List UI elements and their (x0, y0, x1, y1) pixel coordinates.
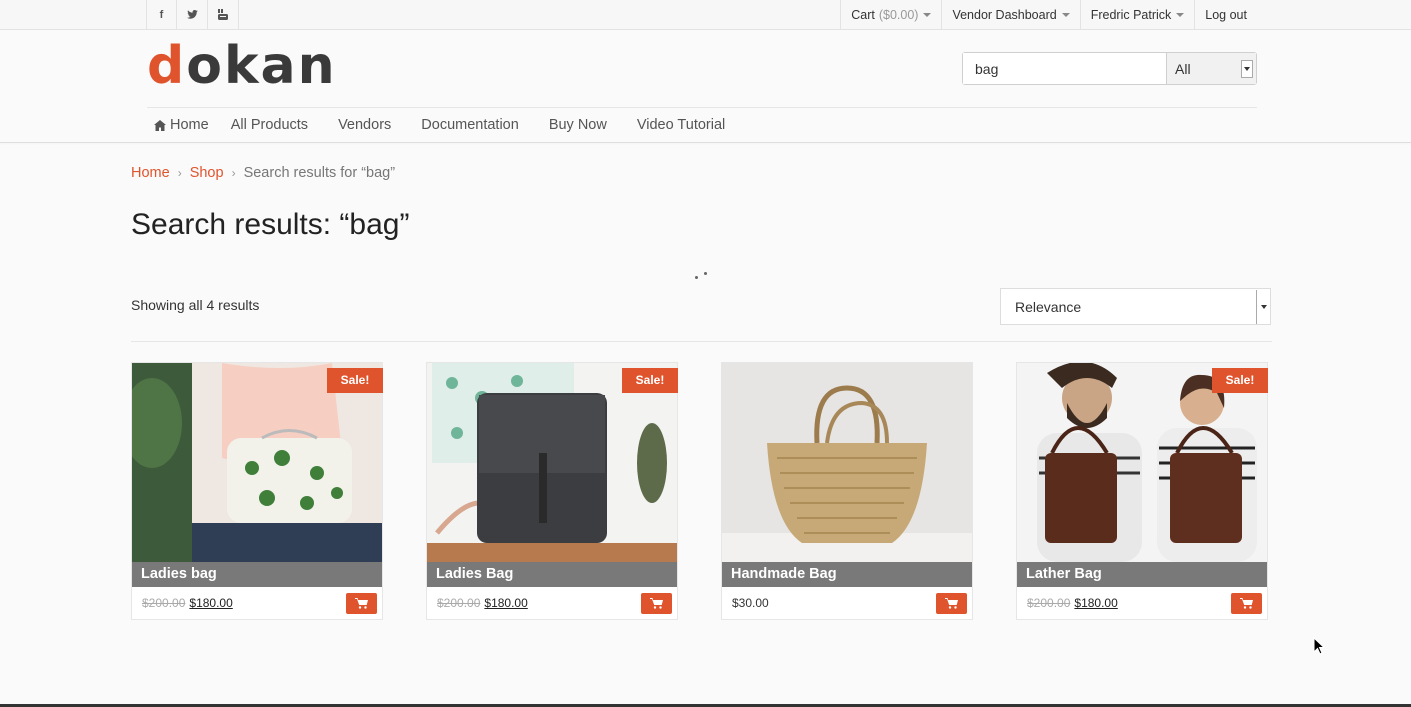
breadcrumb: Home › Shop › Search results for “bag” (131, 165, 395, 181)
chevron-down-icon (1176, 12, 1185, 17)
cart-icon (355, 598, 368, 609)
twitter-icon[interactable] (177, 0, 208, 29)
add-to-cart-button[interactable] (346, 593, 377, 614)
nav-buy-now[interactable]: Buy Now (549, 117, 607, 133)
cart-icon (945, 598, 958, 609)
nav-home[interactable]: Home (154, 117, 209, 133)
breadcrumb-current: Search results for “bag” (243, 165, 396, 181)
add-to-cart-button[interactable] (936, 593, 967, 614)
sale-price: $180.00 (484, 596, 528, 610)
loading-spinner-icon (694, 271, 710, 281)
social-links: f (146, 0, 239, 29)
user-name: Fredric Patrick (1090, 7, 1172, 22)
nav-home-label: Home (170, 117, 209, 133)
regular-price: $200.00 (142, 596, 186, 610)
cart-amount: ($0.00) (878, 7, 919, 22)
chevron-down-icon (1241, 60, 1253, 78)
nav-video-tutorial[interactable]: Video Tutorial (637, 117, 725, 133)
nav-all-products[interactable]: All Products (231, 117, 308, 133)
breadcrumb-home[interactable]: Home (131, 165, 170, 181)
result-count: Showing all 4 results (131, 297, 260, 313)
add-to-cart-button[interactable] (1231, 593, 1262, 614)
product-card: Sale! Ladies bag $200.00 $180.00 (131, 362, 383, 620)
chevron-down-icon (1256, 290, 1270, 324)
sale-price: $180.00 (189, 596, 233, 610)
regular-price: $200.00 (437, 596, 481, 610)
search-category-select[interactable]: All (1166, 53, 1256, 84)
page-title: Search results: “bag” (131, 208, 410, 241)
regular-price: $200.00 (1027, 596, 1071, 610)
nav-documentation[interactable]: Documentation (421, 117, 519, 133)
orderby-value: Relevance (1015, 298, 1082, 315)
product-search: All (962, 52, 1257, 85)
facebook-icon[interactable]: f (146, 0, 177, 29)
cart-icon (650, 598, 663, 609)
chevron-right-icon: › (177, 166, 182, 180)
search-input[interactable] (963, 53, 1166, 84)
cart-label: Cart (851, 7, 875, 22)
nav-vendors[interactable]: Vendors (338, 117, 391, 133)
mouse-cursor-icon (1313, 637, 1325, 655)
add-to-cart-button[interactable] (641, 593, 672, 614)
orderby-select[interactable]: Relevance (1000, 288, 1271, 325)
sale-badge: Sale! (327, 368, 383, 393)
header-divider (0, 142, 1411, 143)
product-card: Sale! Lather Bag $200.00 $180.00 (1016, 362, 1268, 620)
vendor-dashboard-menu[interactable]: Vendor Dashboard (941, 0, 1079, 29)
cart-icon (1240, 598, 1253, 609)
product-title[interactable]: Ladies bag (132, 562, 382, 587)
site-logo[interactable]: dokan (147, 36, 337, 96)
product-price: $200.00 $180.00 (142, 596, 233, 610)
product-price: $200.00 $180.00 (1027, 596, 1118, 610)
price-amount: $30.00 (732, 596, 769, 610)
top-bar: f Cart ($0.00) Vendor Dashboard Fredric … (0, 0, 1411, 30)
product-price: $200.00 $180.00 (437, 596, 528, 610)
home-icon (154, 119, 166, 131)
user-menu[interactable]: Fredric Patrick (1079, 0, 1195, 29)
account-nav: Cart ($0.00) Vendor Dashboard Fredric Pa… (840, 0, 1257, 29)
breadcrumb-shop[interactable]: Shop (190, 165, 224, 181)
main-nav: Home All Products Vendors Documentation … (154, 108, 755, 142)
sale-price: $180.00 (1074, 596, 1118, 610)
product-price: $30.00 (732, 596, 769, 610)
product-title[interactable]: Ladies Bag (427, 562, 677, 587)
product-card: Handmade Bag $30.00 (721, 362, 973, 620)
cart-menu[interactable]: Cart ($0.00) (840, 0, 941, 29)
youtube-icon[interactable] (208, 0, 239, 29)
search-category-value: All (1175, 60, 1191, 77)
chevron-down-icon (923, 12, 932, 17)
sale-badge: Sale! (622, 368, 678, 393)
vendor-dashboard-label: Vendor Dashboard (952, 7, 1057, 22)
logout-link[interactable]: Log out (1194, 0, 1257, 29)
product-title[interactable]: Lather Bag (1017, 562, 1267, 587)
product-title[interactable]: Handmade Bag (722, 562, 972, 587)
results-divider (131, 341, 1272, 342)
product-image[interactable] (722, 363, 972, 562)
sale-badge: Sale! (1212, 368, 1268, 393)
chevron-down-icon (1061, 12, 1070, 17)
product-card: Sale! Ladies Bag $200.00 $180.00 (426, 362, 678, 620)
chevron-right-icon: › (231, 166, 236, 180)
